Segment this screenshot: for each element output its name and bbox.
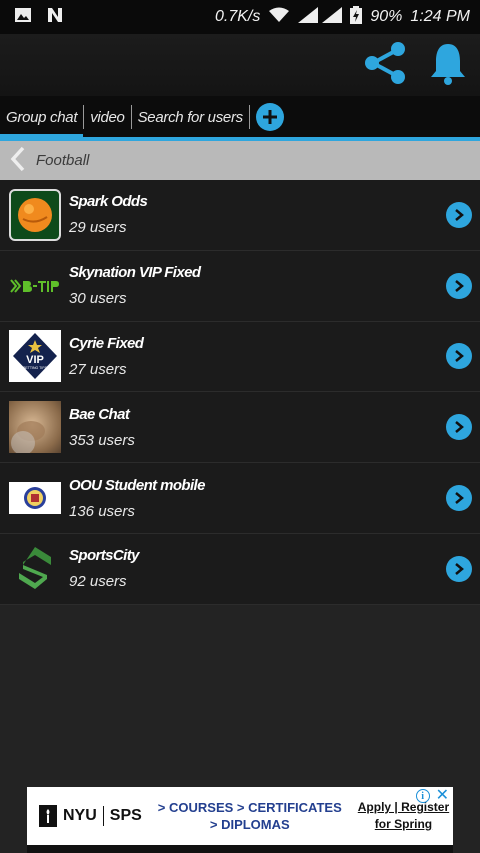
group-name: Cyrie Fixed bbox=[69, 334, 144, 352]
breadcrumb[interactable]: Football bbox=[0, 141, 480, 180]
list-item[interactable]: SportsCity 92 users bbox=[0, 533, 480, 605]
crest-icon bbox=[9, 472, 61, 524]
user-count: 92 users bbox=[69, 573, 127, 591]
chevron-left-icon[interactable] bbox=[10, 146, 26, 176]
open-group-button[interactable] bbox=[446, 201, 472, 228]
btip-logo-icon bbox=[9, 260, 61, 312]
battery-level: 90% bbox=[370, 8, 403, 25]
torch-icon bbox=[39, 805, 57, 827]
user-count: 29 users bbox=[69, 219, 127, 237]
ad-line-1: > COURSES > CERTIFICATES bbox=[157, 800, 342, 815]
ad-offerings: > COURSES > CERTIFICATES > DIPLOMAS bbox=[158, 799, 342, 833]
badge-subtext: BETTING TIPS bbox=[23, 366, 48, 370]
chevron-right-icon bbox=[455, 350, 464, 363]
photo-icon bbox=[9, 401, 61, 454]
chevron-right-icon bbox=[455, 279, 464, 292]
battery-icon bbox=[350, 5, 363, 29]
plus-icon bbox=[262, 110, 277, 124]
ad-brand-sps: SPS bbox=[109, 807, 142, 824]
group-name: OOU Student mobile bbox=[69, 476, 205, 494]
soccer-ball-icon bbox=[9, 188, 61, 241]
list-item[interactable]: OOU Student mobile 136 users bbox=[0, 463, 480, 534]
group-name: SportsCity bbox=[69, 547, 139, 565]
tab-bar: Group chat video Search for users bbox=[0, 96, 480, 138]
ad-cta-line-2: for Spring bbox=[374, 817, 433, 831]
tab-group-chat[interactable]: Group chat bbox=[0, 96, 84, 138]
ad-brand-nyu: NYU bbox=[63, 807, 97, 824]
user-count: 27 users bbox=[69, 360, 127, 378]
bell-icon[interactable] bbox=[428, 41, 468, 90]
category-title: Football bbox=[36, 152, 90, 169]
group-name: Spark Odds bbox=[69, 193, 148, 211]
ad-banner[interactable]: NYU SPS > COURSES > CERTIFICATES > DIPLO… bbox=[27, 787, 453, 853]
chevron-right-icon bbox=[455, 492, 464, 505]
group-list: Spark Odds 29 users Skynation VIP Fixed … bbox=[0, 180, 480, 605]
tab-video[interactable]: video bbox=[84, 96, 130, 138]
n-icon bbox=[46, 6, 64, 29]
list-item[interactable]: Spark Odds 29 users bbox=[0, 180, 480, 251]
user-count: 353 users bbox=[69, 431, 135, 449]
group-name: Skynation VIP Fixed bbox=[69, 264, 201, 282]
chevron-right-icon bbox=[455, 421, 464, 434]
chevron-right-icon bbox=[455, 208, 464, 221]
s-logo-icon bbox=[9, 543, 61, 595]
info-icon[interactable]: i bbox=[415, 789, 430, 803]
ad-cta[interactable]: Apply | Register for Spring bbox=[358, 799, 449, 833]
open-group-button[interactable] bbox=[446, 272, 472, 299]
app-bar bbox=[0, 34, 480, 96]
ad-logo: NYU SPS bbox=[39, 805, 142, 827]
badge-text: VIP bbox=[26, 354, 44, 366]
user-count: 136 users bbox=[69, 502, 135, 520]
clock: 1:24 PM bbox=[410, 8, 470, 25]
signal-icon bbox=[298, 6, 343, 28]
group-name: Bae Chat bbox=[69, 405, 130, 423]
close-icon[interactable]: ✕ bbox=[436, 788, 449, 804]
tab-search-users[interactable]: Search for users bbox=[132, 96, 249, 138]
user-count: 30 users bbox=[69, 290, 127, 308]
image-icon bbox=[14, 7, 32, 28]
tab-divider bbox=[248, 105, 250, 129]
add-tab-button[interactable] bbox=[255, 103, 284, 131]
chevron-right-icon bbox=[455, 562, 464, 575]
wifi-icon bbox=[268, 7, 290, 28]
open-group-button[interactable] bbox=[446, 485, 472, 512]
list-item[interactable]: Skynation VIP Fixed 30 users bbox=[0, 250, 480, 322]
vip-badge-icon: VIP BETTING TIPS bbox=[9, 330, 61, 383]
list-item[interactable]: Bae Chat 353 users bbox=[0, 392, 480, 464]
open-group-button[interactable] bbox=[446, 555, 472, 582]
list-item[interactable]: VIP BETTING TIPS Cyrie Fixed 27 users bbox=[0, 321, 480, 393]
share-icon[interactable] bbox=[362, 40, 408, 91]
ad-brand-divider bbox=[102, 806, 104, 826]
status-bar: 0.7K/s 90% 1:24 PM bbox=[0, 0, 480, 34]
ad-line-2: > DIPLOMAS bbox=[209, 817, 290, 832]
network-speed: 0.7K/s bbox=[215, 8, 261, 25]
